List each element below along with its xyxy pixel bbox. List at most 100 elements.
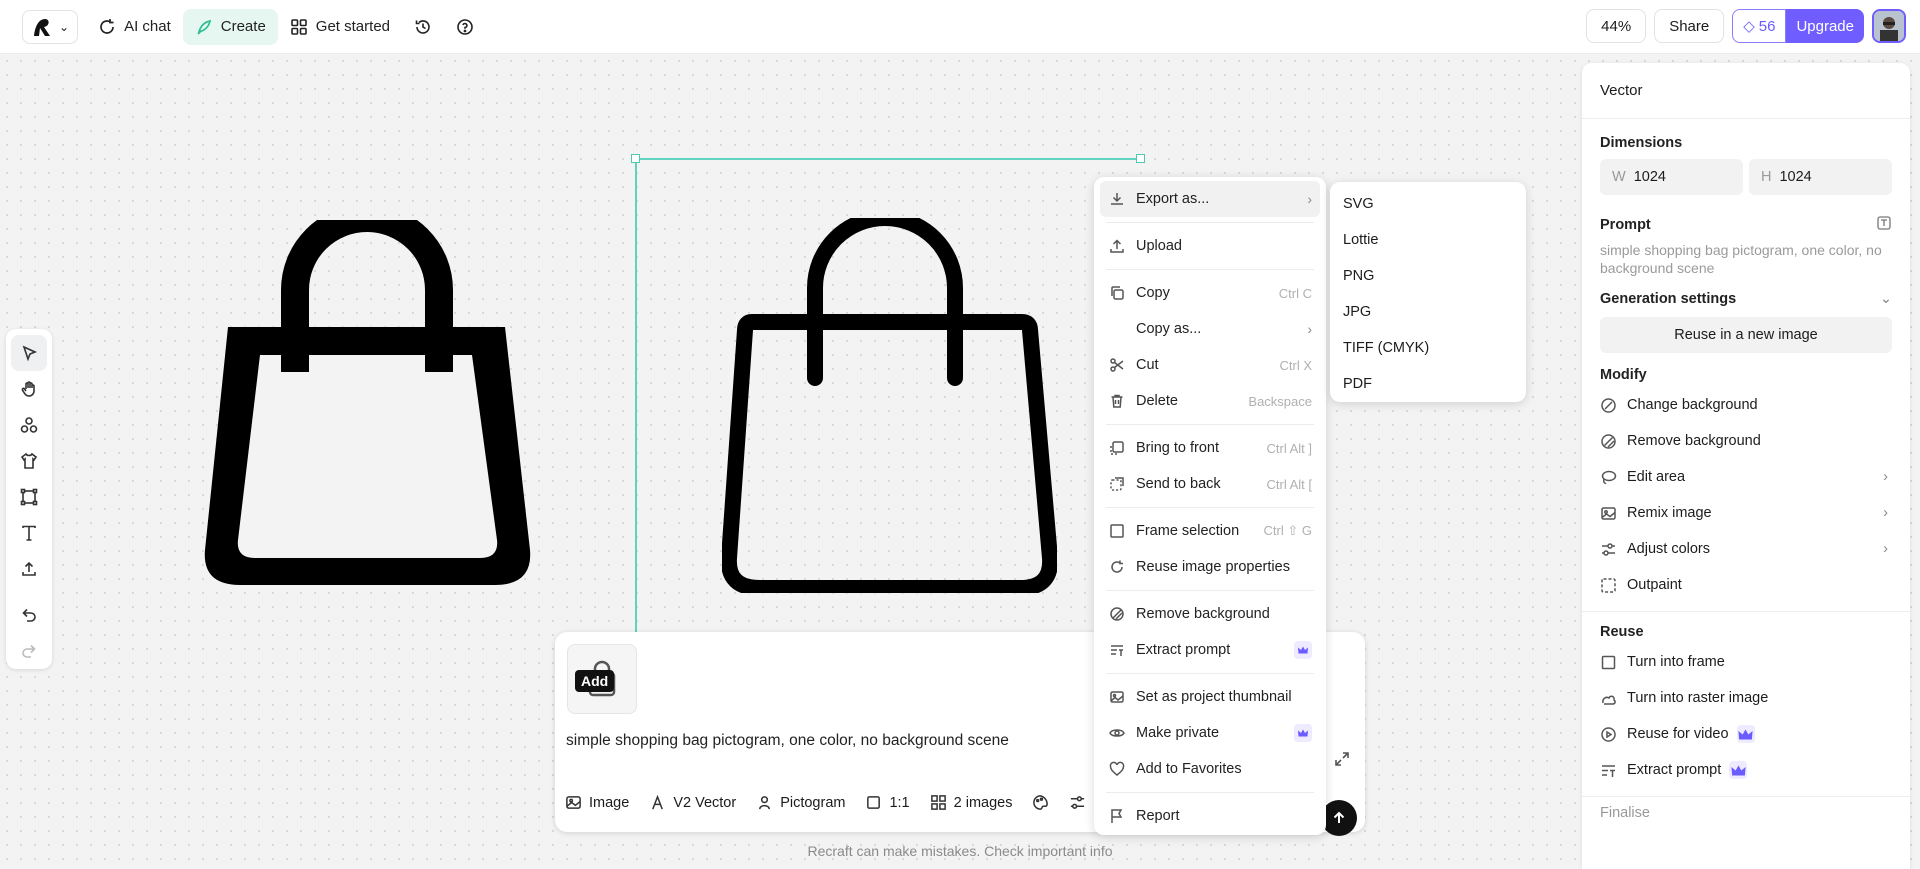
- reuse-in-new-image-button[interactable]: Reuse in a new image: [1600, 317, 1892, 353]
- menu-bring-to-front[interactable]: Bring to front Ctrl Alt ]: [1100, 430, 1320, 466]
- chevron-down-icon: ⌄: [1879, 291, 1892, 307]
- heart-icon: [1108, 760, 1126, 778]
- redo-button[interactable]: [11, 633, 47, 669]
- outpaint-item[interactable]: Outpaint: [1582, 567, 1910, 603]
- send-back-icon: [1108, 475, 1126, 493]
- dimensions-title: Dimensions: [1600, 135, 1683, 151]
- upload-icon: [22, 561, 36, 576]
- model-selector[interactable]: V2 Vector: [649, 794, 736, 811]
- selection-handle-tr[interactable]: [1136, 154, 1145, 163]
- count-selector[interactable]: 2 images: [930, 794, 1012, 811]
- menu-make-private[interactable]: Make private: [1100, 715, 1320, 751]
- workspace-menu[interactable]: ⌄: [22, 9, 79, 44]
- menu-report[interactable]: Report: [1100, 798, 1320, 834]
- add-reference-label[interactable]: Add: [575, 670, 615, 692]
- credits-badge[interactable]: ◇ 56: [1732, 9, 1787, 43]
- help-button[interactable]: [444, 9, 486, 45]
- bring-front-icon: [1108, 439, 1126, 457]
- menu-set-project-thumbnail[interactable]: Set as project thumbnail: [1100, 679, 1320, 715]
- shopping-bag-image-1[interactable]: [200, 220, 535, 590]
- width-field[interactable]: W 1024: [1600, 159, 1743, 195]
- export-png[interactable]: PNG: [1330, 258, 1526, 294]
- menu-reuse-image-properties[interactable]: Reuse image properties: [1100, 549, 1320, 585]
- history-button[interactable]: [402, 9, 444, 45]
- menu-copy-as[interactable]: Copy as... ›: [1100, 311, 1320, 347]
- create-button[interactable]: Create: [182, 8, 278, 45]
- change-background-item[interactable]: Change background: [1582, 387, 1910, 423]
- edit-area-item[interactable]: Edit area ›: [1582, 459, 1910, 495]
- menu-copy[interactable]: Copy Ctrl C: [1100, 275, 1320, 311]
- remix-image-item[interactable]: Remix image ›: [1582, 495, 1910, 531]
- text-icon: [22, 525, 36, 541]
- zoom-level[interactable]: 44%: [1586, 9, 1647, 43]
- share-button[interactable]: Share: [1654, 9, 1725, 43]
- redo-icon: [22, 644, 36, 658]
- style-selector[interactable]: Pictogram: [756, 794, 845, 811]
- export-svg[interactable]: SVG: [1330, 186, 1526, 222]
- height-field[interactable]: H 1024: [1749, 159, 1892, 195]
- menu-cut[interactable]: Cut Ctrl X: [1100, 347, 1320, 383]
- export-tiff[interactable]: TIFF (CMYK): [1330, 330, 1526, 366]
- menu-frame-selection[interactable]: Frame selection Ctrl ⇧ G: [1100, 513, 1320, 549]
- settings-button[interactable]: [1069, 794, 1086, 811]
- chevron-right-icon: ›: [1883, 469, 1888, 485]
- model-icon: [652, 794, 664, 810]
- download-icon: [1108, 190, 1126, 208]
- get-started-button[interactable]: Get started: [278, 9, 402, 45]
- adjust-colors-item[interactable]: Adjust colors ›: [1582, 531, 1910, 567]
- outpaint-icon: [1601, 577, 1616, 593]
- export-pdf[interactable]: PDF: [1330, 366, 1526, 402]
- hand-tool[interactable]: [11, 371, 47, 407]
- upload-tool[interactable]: [11, 551, 47, 587]
- menu-upload[interactable]: Upload: [1100, 228, 1320, 264]
- upgrade-button[interactable]: Upgrade: [1786, 9, 1864, 43]
- mockup-tool[interactable]: [11, 443, 47, 479]
- ai-chat-button[interactable]: AI chat: [86, 9, 183, 45]
- ratio-selector[interactable]: 1:1: [865, 794, 910, 811]
- reuse-title: Reuse: [1600, 624, 1644, 640]
- menu-add-to-favorites[interactable]: Add to Favorites: [1100, 751, 1320, 787]
- upload-icon: [1108, 237, 1126, 255]
- turn-into-frame-item[interactable]: Turn into frame: [1582, 644, 1910, 680]
- text-tool[interactable]: [11, 515, 47, 551]
- context-menu: Export as... › Upload Copy Ctrl C Copy a…: [1094, 177, 1326, 835]
- shapes-tool[interactable]: [11, 407, 47, 443]
- export-lottie[interactable]: Lottie: [1330, 222, 1526, 258]
- menu-delete[interactable]: Delete Backspace: [1100, 383, 1320, 419]
- diamond-icon: ◇: [1743, 18, 1755, 35]
- generation-settings-toggle[interactable]: Generation settings ⌄: [1582, 291, 1910, 307]
- selection-frame[interactable]: [635, 158, 1140, 633]
- turn-into-raster-item[interactable]: Turn into raster image: [1582, 680, 1910, 716]
- eye-icon: [1108, 724, 1126, 742]
- select-tool[interactable]: [11, 335, 47, 371]
- menu-extract-prompt[interactable]: Extract prompt: [1100, 632, 1320, 668]
- extract-prompt-item[interactable]: Extract prompt: [1582, 752, 1910, 788]
- remove-bg-icon: [1108, 605, 1126, 623]
- copy-prompt-icon[interactable]: [1876, 215, 1892, 235]
- crown-icon: [1736, 725, 1755, 743]
- menu-send-to-back[interactable]: Send to back Ctrl Alt [: [1100, 466, 1320, 502]
- flag-icon: [1108, 807, 1126, 825]
- undo-button[interactable]: [11, 597, 47, 633]
- prompt-input[interactable]: simple shopping bag pictogram, one color…: [566, 732, 1009, 750]
- reuse-for-video-item[interactable]: Reuse for video: [1582, 716, 1910, 752]
- expand-button[interactable]: [1333, 750, 1351, 771]
- cursor-icon: [22, 345, 38, 362]
- menu-remove-background[interactable]: Remove background: [1100, 596, 1320, 632]
- colors-button[interactable]: [1032, 794, 1049, 811]
- remove-background-item[interactable]: Remove background: [1582, 423, 1910, 459]
- prompt-options: Image V2 Vector Pictogram 1:1 2 images: [565, 794, 1086, 811]
- frame-tool[interactable]: [11, 479, 47, 515]
- export-submenu: SVG Lottie PNG JPG TIFF (CMYK) PDF: [1330, 182, 1526, 402]
- export-jpg[interactable]: JPG: [1330, 294, 1526, 330]
- generate-button[interactable]: [1321, 800, 1357, 836]
- chevron-right-icon: ›: [1883, 541, 1888, 557]
- trash-icon: [1108, 392, 1126, 410]
- type-selector[interactable]: Image: [565, 794, 629, 811]
- user-avatar[interactable]: [1872, 9, 1906, 43]
- image-icon: [566, 796, 581, 809]
- recraft-logo-icon: [34, 18, 50, 36]
- selection-handle-tl[interactable]: [631, 154, 640, 163]
- menu-export-as[interactable]: Export as... ›: [1100, 181, 1320, 217]
- arrow-up-icon: [1333, 811, 1345, 823]
